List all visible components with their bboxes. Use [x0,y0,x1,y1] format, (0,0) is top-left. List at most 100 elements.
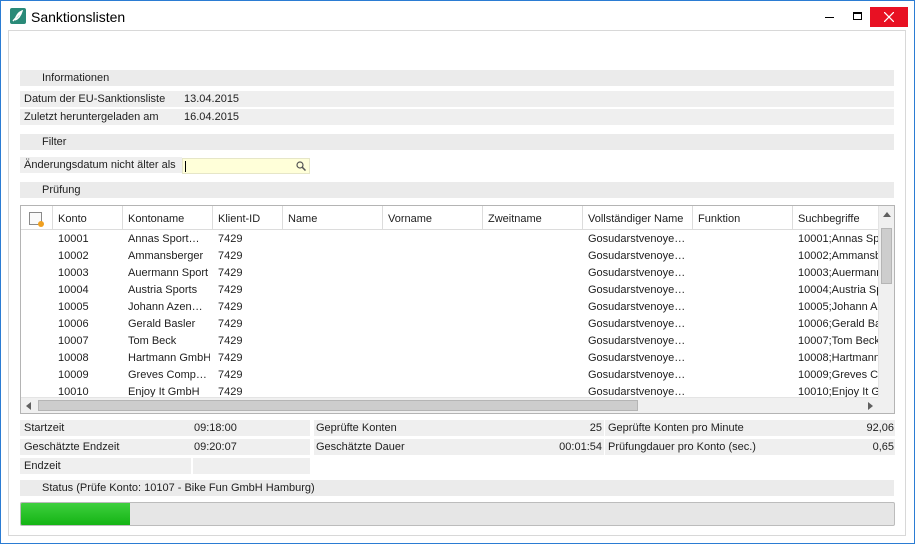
table-cell: 10008;Hartmann [798,352,878,364]
table-cell: Gosudarstvenoye… [588,386,686,397]
section-title: Filter [42,136,67,148]
table-cell: 10002;Ammansb [798,250,878,262]
end-time-label: Endzeit [24,460,61,472]
end-time-value-bar [193,458,310,474]
table-cell: 7429 [218,335,243,347]
title-bar[interactable]: Sanktionslisten [1,1,914,31]
table-cell: Gosudarstvenoye… [588,318,686,330]
section-informationen: Informationen [20,70,894,86]
table-row[interactable]: 10010 Enjoy It GmbH 7429 Gosudarstvenoye… 10… [21,384,878,397]
scroll-up-icon[interactable] [883,212,891,217]
section-title: Informationen [42,72,110,84]
per-minute-value: 92,06 [866,422,894,434]
section-title: Prüfung [42,184,81,196]
table-cell: 10008 [58,352,89,364]
checked-accounts-label: Geprüfte Konten [316,422,397,434]
grid-body: 10001 Annas Sport… 7429 Gosudarstvenoye… 100… [21,231,878,397]
table-cell: Gosudarstvenoye… [588,335,686,347]
status-bar: Status (Prüfe Konto: 10107 - Bike Fun Gm… [20,480,894,496]
table-row[interactable]: 10001 Annas Sport… 7429 Gosudarstvenoye… 100… [21,231,878,248]
app-feather-icon [10,8,26,24]
table-row[interactable]: 10006 Gerald Basler 7429 Gosudarstvenoye… 10… [21,316,878,333]
column-header-vollstaendiger-name[interactable]: Vollständiger Name [583,206,693,230]
table-cell: 7429 [218,386,243,397]
est-end-time-value: 09:20:07 [194,441,237,453]
table-cell: 7429 [218,284,243,296]
column-header-kontoname[interactable]: Kontoname [123,206,213,230]
column-header-vorname[interactable]: Vorname [383,206,483,230]
window-title: Sanktionslisten [31,9,126,25]
column-header-suchbegriffe[interactable]: Suchbegriffe [793,206,878,230]
date-value: 13.04.2015 [184,93,240,105]
search-icon[interactable] [296,161,306,171]
minimize-icon [824,16,834,18]
table-cell: 10003;Auermann [798,267,878,279]
table-cell: 10009;Greves C [798,369,878,381]
table-cell: Auermann Sport [128,267,209,279]
accounts-grid[interactable]: Konto Kontoname Klient-ID Name Vorname Z… [20,205,895,414]
column-header-funktion[interactable]: Funktion [693,206,793,230]
column-chooser-icon[interactable] [29,212,44,227]
table-cell: 10010;Enjoy It G [798,386,878,397]
column-chooser-cell [21,206,53,230]
table-cell: 10004 [58,284,89,296]
horizontal-scroll-thumb[interactable] [38,400,638,411]
column-header-name[interactable]: Name [283,206,383,230]
table-cell: 10010 [58,386,89,397]
close-icon [884,12,894,22]
table-cell: 10004;Austria Sp [798,284,878,296]
table-row[interactable]: 10004 Austria Sports 7429 Gosudarstvenoye… 1… [21,282,878,299]
start-time-label: Startzeit [24,422,65,434]
scroll-right-icon[interactable] [868,402,873,410]
maximize-icon [852,12,862,20]
table-cell: Gosudarstvenoye… [588,233,686,245]
table-cell: 7429 [218,369,243,381]
table-cell: 7429 [218,233,243,245]
table-row[interactable]: 10008 Hartmann GmbH 7429 Gosudarstvenoye… 10… [21,350,878,367]
vertical-scroll-thumb[interactable] [881,228,892,284]
table-cell: 10002 [58,250,89,262]
table-cell: Gerald Basler [128,318,196,330]
checked-accounts-value: 25 [589,422,602,434]
table-row[interactable]: 10005 Johann Azen… 7429 Gosudarstvenoye… 100… [21,299,878,316]
table-cell: 10005 [58,301,89,313]
vertical-scrollbar[interactable] [878,206,894,397]
table-row[interactable]: 10003 Auermann Sport 7429 Gosudarstvenoye… 1… [21,265,878,282]
table-cell: 10001 [58,233,89,245]
scroll-left-icon[interactable] [26,402,31,410]
column-header-klient-id[interactable]: Klient-ID [213,206,283,230]
table-row[interactable]: 10009 Greves Comp… 7429 Gosudarstvenoye… 100… [21,367,878,384]
table-cell: 10006;Gerald Ba [798,318,878,330]
maximize-button[interactable] [841,1,873,31]
table-cell: 10009 [58,369,89,381]
start-time-value: 09:18:00 [194,422,237,434]
table-cell: Gosudarstvenoye… [588,301,686,313]
table-cell: Gosudarstvenoye… [588,267,686,279]
column-header-zweitname[interactable]: Zweitname [483,206,583,230]
horizontal-scrollbar[interactable] [21,397,878,413]
per-minute-label: Geprüfte Konten pro Minute [608,422,744,434]
per-account-value: 0,65 [872,441,894,453]
download-label: Zuletzt heruntergeladen am [24,111,159,123]
progress-bar [20,502,895,526]
table-cell: Johann Azen… [128,301,203,313]
est-duration-value: 00:01:54 [559,441,602,453]
table-cell: 10007 [58,335,89,347]
section-pruefung: Prüfung [20,182,894,198]
table-cell: 7429 [218,250,243,262]
table-row[interactable]: 10007 Tom Beck 7429 Gosudarstvenoye… 10007;T… [21,333,878,350]
text-caret [185,161,186,172]
column-header-konto[interactable]: Konto [53,206,123,230]
close-button[interactable] [870,7,908,27]
table-cell: 7429 [218,352,243,364]
table-row[interactable]: 10002 Ammansberger 7429 Gosudarstvenoye… 100… [21,248,878,265]
table-cell: 10003 [58,267,89,279]
table-cell: Gosudarstvenoye… [588,369,686,381]
table-cell: 10007;Tom Beck [798,335,878,347]
section-filter: Filter [20,134,894,150]
table-cell: 7429 [218,318,243,330]
est-duration-label: Geschätzte Dauer [316,441,405,453]
table-cell: Austria Sports [128,284,198,296]
table-cell: Greves Comp… [128,369,207,381]
filter-date-input[interactable] [182,158,310,174]
